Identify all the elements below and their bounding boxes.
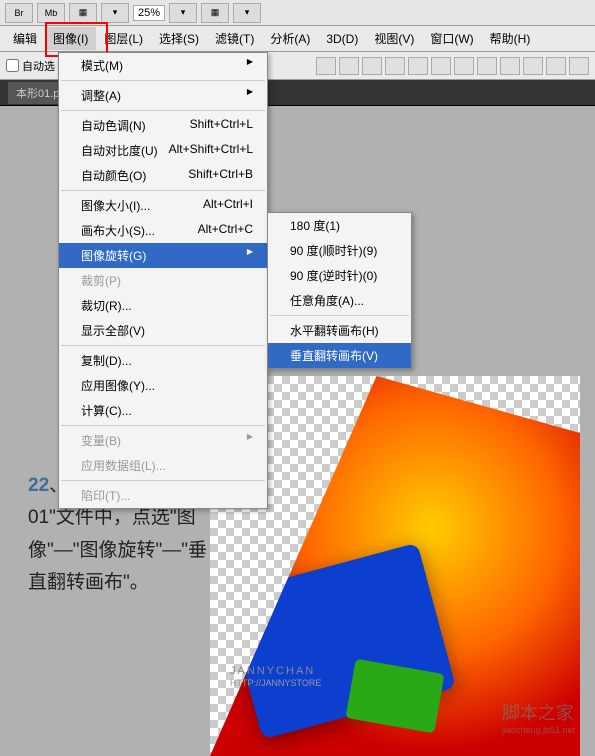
- align-icon[interactable]: [339, 57, 359, 75]
- align-icon[interactable]: [408, 57, 428, 75]
- auto-select-checkbox[interactable]: [6, 59, 19, 72]
- menu-adjustments[interactable]: 调整(A): [59, 83, 267, 108]
- zoom-icon[interactable]: ▾: [101, 3, 129, 23]
- menu-select[interactable]: 选择(S): [151, 27, 207, 50]
- arrange-icon[interactable]: ▾: [169, 3, 197, 23]
- menu-filter[interactable]: 滤镜(T): [207, 27, 262, 50]
- image-menu-dropdown: 模式(M) 调整(A) 自动色调(N)Shift+Ctrl+L 自动对比度(U)…: [58, 52, 268, 509]
- menu-trap: 陷印(T)...: [59, 483, 267, 508]
- extras-icon[interactable]: ▦: [201, 3, 229, 23]
- menu-view[interactable]: 视图(V): [366, 27, 422, 50]
- zoom-percent[interactable]: 25%: [133, 5, 165, 21]
- menu-analysis[interactable]: 分析(A): [262, 27, 318, 50]
- align-icon[interactable]: [477, 57, 497, 75]
- auto-select-check[interactable]: 自动选: [6, 58, 55, 74]
- align-icon[interactable]: [546, 57, 566, 75]
- menu-auto-color[interactable]: 自动颜色(O)Shift+Ctrl+B: [59, 163, 267, 188]
- menu-image-size[interactable]: 图像大小(I)...Alt+Ctrl+I: [59, 193, 267, 218]
- menu-duplicate[interactable]: 复制(D)...: [59, 348, 267, 373]
- auto-select-label: 自动选: [22, 58, 55, 74]
- align-icon[interactable]: [500, 57, 520, 75]
- rotation-submenu: 180 度(1) 90 度(顺时针)(9) 90 度(逆时针)(0) 任意角度(…: [267, 212, 412, 369]
- align-icon[interactable]: [454, 57, 474, 75]
- align-icon[interactable]: [316, 57, 336, 75]
- menu-apply-image[interactable]: 应用图像(Y)...: [59, 373, 267, 398]
- align-icon[interactable]: [385, 57, 405, 75]
- site-name: 脚本之家: [502, 703, 574, 723]
- author-name: JANNYCHAN: [230, 665, 315, 677]
- minibridge-icon[interactable]: Mb: [37, 3, 65, 23]
- rotate-180[interactable]: 180 度(1): [268, 213, 411, 238]
- bridge-icon[interactable]: Br: [5, 3, 33, 23]
- rotate-90-ccw[interactable]: 90 度(逆时针)(0): [268, 263, 411, 288]
- flip-horizontal[interactable]: 水平翻转画布(H): [268, 318, 411, 343]
- rotate-arbitrary[interactable]: 任意角度(A)...: [268, 288, 411, 313]
- menu-crop: 裁剪(P): [59, 268, 267, 293]
- menu-calculations[interactable]: 计算(C)...: [59, 398, 267, 423]
- align-icon[interactable]: [569, 57, 589, 75]
- flip-vertical[interactable]: 垂直翻转画布(V): [268, 343, 411, 368]
- menu-image-rotation[interactable]: 图像旋转(G): [59, 243, 267, 268]
- align-icon[interactable]: [523, 57, 543, 75]
- site-url: jiaocheng.jb51.net: [502, 725, 575, 735]
- step-number: 22: [28, 475, 49, 496]
- menu-window[interactable]: 窗口(W): [422, 27, 481, 50]
- rotate-90-cw[interactable]: 90 度(顺时针)(9): [268, 238, 411, 263]
- site-watermark: 脚本之家 jiaocheng.jb51.net: [502, 699, 575, 735]
- menu-3d[interactable]: 3D(D): [318, 29, 366, 49]
- align-icons-group: [316, 57, 589, 75]
- history-icon[interactable]: ▾: [233, 3, 261, 23]
- menu-mode[interactable]: 模式(M): [59, 53, 267, 78]
- menu-auto-tone[interactable]: 自动色调(N)Shift+Ctrl+L: [59, 113, 267, 138]
- menu-auto-contrast[interactable]: 自动对比度(U)Alt+Shift+Ctrl+L: [59, 138, 267, 163]
- menu-edit[interactable]: 编辑: [5, 27, 45, 50]
- menu-reveal-all[interactable]: 显示全部(V): [59, 318, 267, 343]
- menu-trim[interactable]: 裁切(R)...: [59, 293, 267, 318]
- menu-help[interactable]: 帮助(H): [482, 27, 539, 50]
- author-watermark: JANNYCHAN HTTP://JANNYSTORE: [230, 665, 321, 688]
- menu-canvas-size[interactable]: 画布大小(S)...Alt+Ctrl+C: [59, 218, 267, 243]
- menu-apply-dataset: 应用数据组(L)...: [59, 453, 267, 478]
- align-icon[interactable]: [431, 57, 451, 75]
- menu-variables: 变量(B): [59, 428, 267, 453]
- screen-mode-icon[interactable]: ▦: [69, 3, 97, 23]
- align-icon[interactable]: [362, 57, 382, 75]
- author-url: HTTP://JANNYSTORE: [230, 678, 321, 688]
